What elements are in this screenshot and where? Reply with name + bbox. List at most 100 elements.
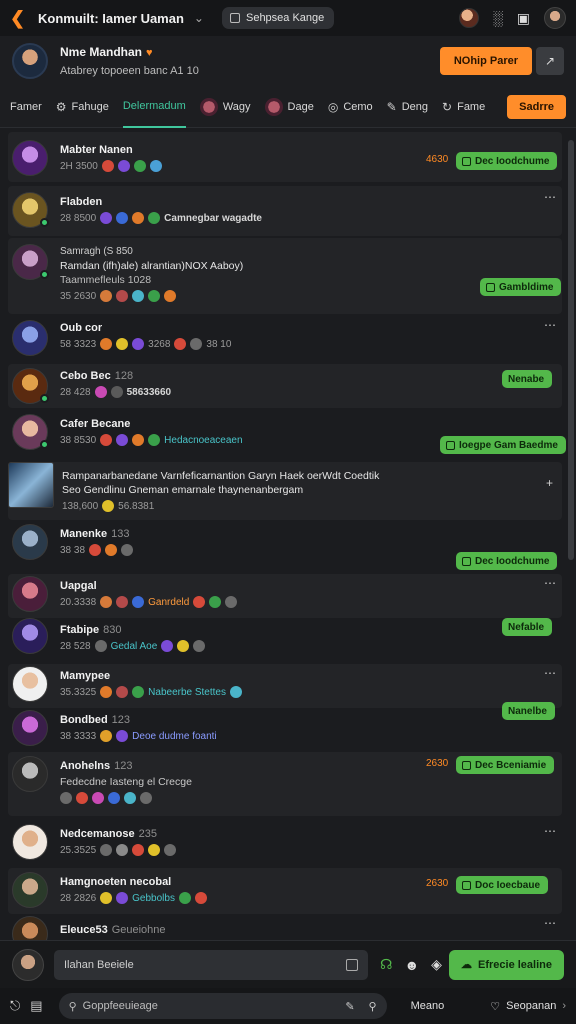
avatar[interactable] bbox=[12, 916, 48, 940]
tab-cemo[interactable]: ◎ Cemo bbox=[328, 86, 373, 128]
attach-icon[interactable] bbox=[346, 958, 358, 971]
feed-item[interactable]: Rampanarbanedane Varnfeficarnantion Gary… bbox=[8, 462, 562, 520]
item-action-button[interactable]: Nefable bbox=[502, 618, 553, 636]
item-meta-value: 28 2826 bbox=[60, 892, 97, 904]
send-button[interactable]: ☁ Efrecie lealine bbox=[449, 949, 564, 980]
feed-item[interactable]: Anohelns 123 Fedecdne Iasteng el Crecge 2… bbox=[8, 752, 562, 816]
avatar[interactable] bbox=[12, 244, 49, 280]
avatar[interactable] bbox=[12, 756, 48, 792]
profile-avatar[interactable] bbox=[544, 7, 566, 29]
calendar-icon[interactable]: ▤ bbox=[30, 998, 42, 1014]
tab-avatar bbox=[199, 97, 218, 116]
avatar[interactable] bbox=[12, 414, 49, 450]
item-name-muted: 235 bbox=[138, 828, 157, 840]
workspace-pill[interactable]: Sehpsea Kange bbox=[221, 7, 335, 29]
feed-item[interactable]: Bondbed 123 38 3333 Deoe dudme foanti Nan… bbox=[8, 702, 562, 752]
avatar[interactable] bbox=[12, 140, 48, 176]
send-label: Efrecie lealine bbox=[478, 958, 552, 971]
attach-icon[interactable]: ☊ bbox=[380, 956, 392, 973]
avatar[interactable] bbox=[12, 320, 48, 356]
item-action-button[interactable]: Nanelbe bbox=[502, 702, 555, 720]
compass-icon: ◎ bbox=[327, 99, 339, 114]
feed-item[interactable]: Samragh (S 850 Ramdan (ifh)ale) alrantia… bbox=[8, 238, 562, 314]
profile-avatar-large[interactable] bbox=[12, 43, 48, 79]
headset-icon[interactable]: ⎋ bbox=[10, 998, 20, 1014]
item-action-label: Dec Ioodchume bbox=[475, 555, 550, 567]
more-options-icon[interactable]: ⋯ bbox=[544, 824, 557, 838]
avatar[interactable] bbox=[12, 576, 48, 612]
feed-item[interactable]: Eleuce53 Geueiohne ⋯ bbox=[8, 916, 562, 940]
user-avatar-mini[interactable] bbox=[458, 8, 479, 28]
reaction-icon bbox=[148, 434, 161, 446]
profile-cta-button[interactable]: NOhip Parer bbox=[439, 47, 532, 75]
pen-icon[interactable]: ✎ bbox=[345, 1000, 354, 1013]
reaction-icon bbox=[94, 386, 107, 398]
feed-item[interactable]: Hamgnoeten necobal 28 2826 Gebbolbs 2630… bbox=[8, 868, 562, 914]
post-image[interactable] bbox=[8, 462, 54, 508]
chevron-down-icon[interactable]: ⌄ bbox=[194, 11, 204, 25]
camera-icon[interactable]: ▣ bbox=[517, 10, 530, 27]
more-options-icon[interactable]: ⋯ bbox=[544, 916, 557, 930]
tab-fame[interactable]: ↻ Fame bbox=[442, 86, 485, 128]
item-action-button[interactable]: Dec Ioodchume bbox=[456, 552, 558, 570]
tab-wagy[interactable]: Wagy bbox=[199, 86, 251, 128]
gamepad-icon[interactable]: ◈ bbox=[431, 956, 442, 973]
tab-deng[interactable]: ✎ Deng bbox=[387, 86, 428, 128]
feed-item[interactable]: Nedcemanose 235 25.3525 ⋯ bbox=[8, 820, 562, 866]
more-options-icon[interactable]: ⋯ bbox=[544, 190, 557, 204]
avatar[interactable] bbox=[12, 824, 48, 860]
item-meta: 28 2826 Gebbolbs bbox=[60, 892, 207, 904]
feed-item[interactable]: Ftabipe 830 28 528 Gedal Aoe Nefable bbox=[8, 618, 562, 662]
feed-item[interactable]: Cafer Becane 38 8530 Hedacnoeaceaen Ioeg… bbox=[8, 412, 566, 458]
more-options-icon[interactable]: ⋯ bbox=[544, 666, 557, 680]
bottom-label-right: Seopanan bbox=[506, 1000, 557, 1012]
item-action-button[interactable]: Ioegpe Gam Baedme bbox=[440, 436, 566, 454]
feed-item[interactable]: Oub cor 58 3323 3268 38 10 ⋯ bbox=[8, 318, 562, 364]
item-action-button[interactable]: Gambldime bbox=[480, 278, 562, 296]
feed-item[interactable]: Cebo Bec 128 28 428 58633660 Nenabe bbox=[8, 364, 562, 408]
search-icon[interactable]: ⚲ bbox=[369, 1000, 377, 1013]
item-meta: 38 3333 Deoe dudme foanti bbox=[60, 730, 217, 742]
stats-icon[interactable]: ░ bbox=[493, 10, 503, 26]
avatar[interactable] bbox=[12, 618, 48, 654]
item-action-label: Ioegpe Gam Baedme bbox=[459, 439, 558, 451]
tab-fahuge[interactable]: ⚙ Fahuge bbox=[56, 86, 109, 128]
feed-item[interactable]: Flabden 28 8500 Camnegbar wagadte ⋯ bbox=[8, 186, 562, 236]
reaction-icon bbox=[117, 160, 130, 172]
feed-item[interactable]: Mamypee 35.3325 Nabeerbe Stettes ⋯ bbox=[8, 664, 562, 708]
item-meta: 28 428 58633660 bbox=[60, 386, 171, 398]
avatar[interactable] bbox=[12, 192, 49, 228]
reaction-icon bbox=[164, 844, 177, 856]
item-action-button[interactable]: Nenabe bbox=[502, 370, 553, 388]
feed-item[interactable]: Uapgal 20.3338 Ganrdeld ⋯ bbox=[8, 574, 562, 618]
add-icon[interactable]: + bbox=[546, 476, 554, 490]
avatar[interactable] bbox=[12, 368, 49, 404]
feed-item[interactable]: Mabter Nanen 2H 3500 4630 Dec Ioodchume bbox=[8, 132, 562, 182]
bottom-right-link[interactable]: ♡ Seopanan › bbox=[490, 1000, 566, 1013]
tab-famer[interactable]: Famer bbox=[10, 86, 42, 128]
reaction-icon bbox=[92, 792, 104, 804]
external-link-icon[interactable]: ↗ bbox=[536, 47, 564, 75]
avatar[interactable] bbox=[12, 710, 48, 746]
message-input[interactable]: Ilahan Beeiele bbox=[54, 949, 368, 980]
feed-scrollbar[interactable] bbox=[568, 140, 574, 560]
search-input[interactable]: ⚲ Goppfeeuieage ✎ ⚲ bbox=[58, 993, 387, 1019]
avatar[interactable] bbox=[12, 872, 48, 908]
item-message: Seo Gendlinu Gneman emarnale thaynenanbe… bbox=[62, 484, 304, 496]
feed-item[interactable]: Manenke 133 38 38 Dec Ioodchume bbox=[8, 524, 562, 570]
composer-avatar[interactable] bbox=[12, 948, 44, 981]
item-action-button[interactable]: Doc Ioecbaue bbox=[456, 876, 549, 894]
item-action-button[interactable]: Dec Ioodchume bbox=[456, 152, 558, 170]
tab-dage[interactable]: Dage bbox=[264, 86, 314, 128]
more-options-icon[interactable]: ⋯ bbox=[544, 576, 557, 590]
emoji-icon[interactable]: ☻ bbox=[404, 957, 419, 973]
reaction-icon bbox=[116, 730, 129, 742]
avatar[interactable] bbox=[12, 666, 48, 702]
app-logo-icon[interactable]: ❮ bbox=[10, 9, 28, 27]
bottom-label-mid[interactable]: Meano bbox=[411, 1000, 445, 1012]
tab-delermadum[interactable]: Delermadum bbox=[122, 86, 186, 128]
avatar[interactable] bbox=[12, 524, 48, 560]
tabs-cta-button[interactable]: Sadrre bbox=[507, 94, 566, 119]
more-options-icon[interactable]: ⋯ bbox=[544, 318, 557, 332]
item-action-button[interactable]: Dec Bceniamie bbox=[456, 756, 555, 774]
